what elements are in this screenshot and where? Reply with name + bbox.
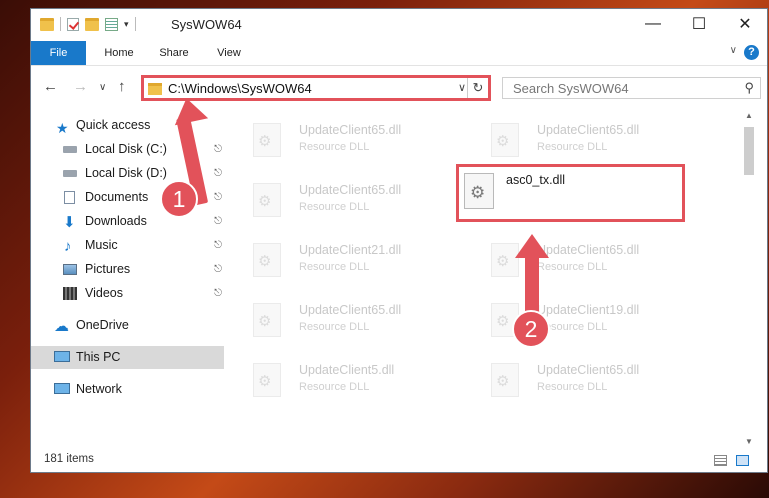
file-item[interactable]: UpdateClient65.dll Resource DLL [227, 297, 457, 343]
pictures-icon [63, 264, 77, 275]
videos-icon [63, 287, 77, 300]
sidebar-item-videos[interactable]: Videos ⎋ [31, 282, 224, 305]
highlighted-file-name: asc0_tx.dll [506, 173, 566, 187]
dll-file-icon [253, 303, 281, 337]
file-item[interactable]: UpdateClient21.dll Resource DLL [227, 237, 457, 283]
address-path[interactable]: C:\Windows\SysWOW64 [168, 81, 312, 96]
drive-icon [63, 146, 77, 153]
sidebar-item-downloads[interactable]: ⬇ Downloads ⎋ [31, 210, 224, 233]
large-icons-view-icon[interactable] [736, 455, 749, 466]
file-list: UpdateClient65.dll Resource DLL UpdateCl… [227, 105, 741, 451]
documents-icon [64, 191, 75, 204]
forward-arrow-icon[interactable]: → [73, 78, 88, 95]
title-bar: ▾ SysWOW64 — ☐ ✕ [31, 9, 767, 41]
file-item[interactable]: UpdateClient5.dll Resource DLL [227, 357, 457, 403]
dll-file-icon [491, 123, 519, 157]
highlighted-file-item[interactable]: asc0_tx.dll [456, 164, 685, 222]
customize-toolbar-icon[interactable]: ▾ [124, 19, 129, 30]
maximize-button[interactable]: ☐ [676, 9, 722, 39]
scroll-up-icon[interactable]: ▲ [742, 111, 756, 120]
pin-icon[interactable]: ⎋ [214, 138, 222, 161]
refresh-icon[interactable]: ↻ [467, 78, 488, 98]
tab-file[interactable]: File [31, 41, 86, 65]
annotation-badge-2: 2 [512, 310, 550, 348]
properties-check-icon[interactable] [67, 17, 79, 31]
dll-file-icon [253, 123, 281, 157]
music-icon: ♪ [64, 238, 72, 255]
help-icon[interactable]: ? [744, 45, 759, 60]
pin-icon[interactable]: ⎋ [214, 162, 222, 185]
sidebar-item-this-pc[interactable]: This PC [31, 346, 224, 369]
file-item[interactable]: UpdateClient65.dll Resource DLL [465, 357, 695, 403]
dll-file-icon [491, 363, 519, 397]
tab-home[interactable]: Home [93, 41, 145, 65]
file-item[interactable]: UpdateClient19.dll Resource DLL [465, 297, 695, 343]
tab-share[interactable]: Share [151, 41, 197, 65]
drive-icon [63, 170, 77, 177]
downloads-icon: ⬇ [63, 214, 76, 231]
dll-file-icon [253, 243, 281, 277]
network-icon [54, 383, 70, 394]
status-bar: 181 items [31, 449, 767, 473]
annotation-badge-1: 1 [160, 180, 198, 218]
window-title: SysWOW64 [171, 17, 242, 32]
dll-file-icon [253, 183, 281, 217]
file-item[interactable]: UpdateClient65.dll Resource DLL [465, 237, 695, 283]
separator [60, 17, 61, 31]
dll-file-icon [253, 363, 281, 397]
folder-icon [40, 17, 54, 31]
ribbon-tabs: File Home Share View ∨ ? [31, 41, 767, 66]
pin-icon[interactable]: ⎋ [214, 258, 222, 281]
separator [134, 17, 136, 31]
details-view-icon[interactable] [714, 455, 727, 466]
back-arrow-icon[interactable]: ← [43, 78, 58, 95]
navigation-bar: ← → ∨ ↑ C:\Windows\SysWOW64 ∨ ↻ Search S… [31, 73, 767, 103]
up-arrow-icon[interactable]: ↑ [118, 78, 126, 95]
quick-access-toolbar: ▾ [40, 17, 136, 31]
annotation-arrowhead-2 [515, 234, 549, 258]
cloud-icon: ☁ [54, 318, 69, 335]
close-button[interactable]: ✕ [722, 9, 768, 39]
pin-icon[interactable]: ⎋ [214, 210, 222, 233]
sidebar-item-network[interactable]: Network [31, 378, 224, 401]
properties-icon[interactable] [105, 17, 118, 31]
file-item[interactable]: UpdateClient65.dll Resource DLL [227, 117, 457, 163]
search-icon[interactable]: ⚲ [744, 80, 754, 96]
item-count: 181 items [44, 453, 94, 465]
tab-view[interactable]: View [207, 41, 251, 65]
minimize-button[interactable]: — [630, 9, 676, 39]
file-item[interactable]: UpdateClient65.dll Resource DLL [465, 117, 695, 163]
explorer-window: ▾ SysWOW64 — ☐ ✕ File Home Share View ∨ … [30, 8, 768, 473]
search-box[interactable]: Search SysWOW64 ⚲ [502, 77, 761, 99]
pin-icon[interactable]: ⎋ [214, 186, 222, 209]
address-dropdown-icon[interactable]: ∨ [458, 81, 466, 94]
vertical-scrollbar[interactable]: ▲ ▼ [742, 109, 756, 449]
pin-icon[interactable]: ⎋ [214, 282, 222, 305]
pin-icon[interactable]: ⎋ [214, 234, 222, 257]
sidebar-item-pictures[interactable]: Pictures ⎋ [31, 258, 224, 281]
sidebar-item-onedrive[interactable]: ☁ OneDrive [31, 314, 224, 337]
folder-icon [148, 83, 162, 95]
sidebar-item-music[interactable]: ♪ Music ⎋ [31, 234, 224, 257]
scroll-down-icon[interactable]: ▼ [742, 437, 756, 446]
scrollbar-thumb[interactable] [744, 127, 754, 175]
star-icon: ★ [56, 120, 69, 136]
computer-icon [54, 351, 70, 362]
new-folder-icon[interactable] [85, 17, 99, 31]
search-input[interactable]: Search SysWOW64 [513, 81, 629, 96]
file-item[interactable]: UpdateClient65.dll Resource DLL [227, 177, 457, 223]
expand-ribbon-icon[interactable]: ∨ [730, 45, 737, 56]
recent-locations-icon[interactable]: ∨ [99, 82, 106, 93]
dll-file-icon [464, 173, 494, 209]
